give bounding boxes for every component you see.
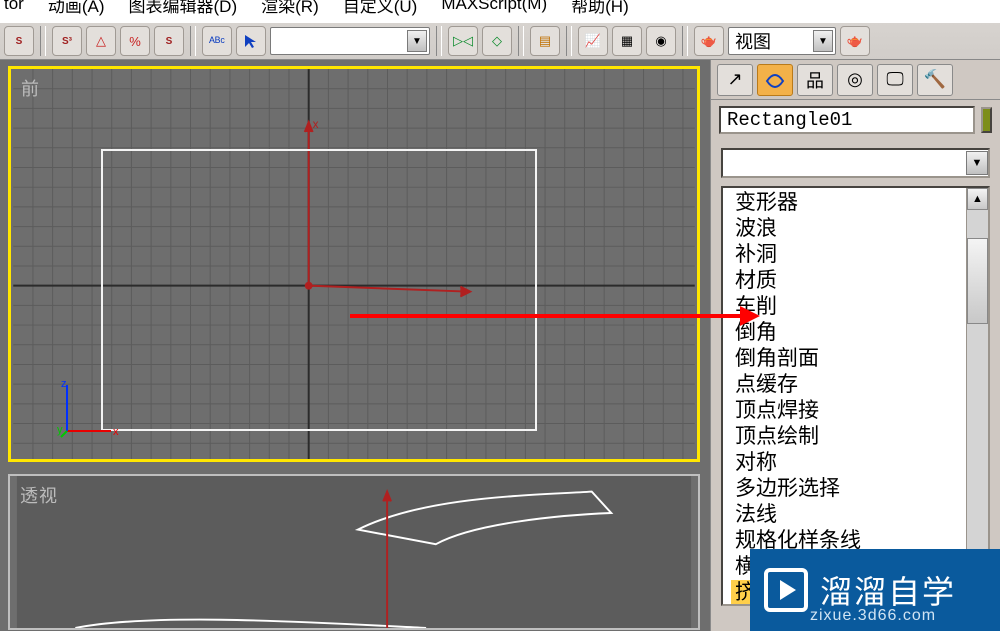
snap-toggle-icon[interactable]: S [4, 26, 34, 56]
quick-render-icon[interactable]: 🫖 [840, 26, 870, 56]
render-view-combo[interactable]: 视图 ▼ [728, 27, 836, 55]
modifier-item[interactable]: 多边形选择 [731, 476, 966, 502]
svg-text:z: z [61, 378, 67, 390]
modify-tab-icon[interactable] [757, 64, 793, 96]
utilities-tab-icon[interactable]: 🔨 [917, 64, 953, 96]
modifier-list-box: 变形器波浪补洞材质车削倒角倒角剖面点缓存顶点焊接顶点绘制对称多边形选择法线规格化… [721, 186, 990, 606]
object-color-swatch[interactable] [981, 107, 992, 133]
chevron-down-icon[interactable]: ▼ [407, 30, 427, 52]
object-name-row [711, 100, 1000, 140]
modifier-item[interactable]: 波浪 [731, 216, 966, 242]
modifier-item[interactable]: 补洞 [731, 242, 966, 268]
angle-snap-icon[interactable]: △ [86, 26, 116, 56]
render-view-label: 视图 [729, 28, 813, 54]
modifier-item[interactable]: 变形器 [731, 190, 966, 216]
align-icon[interactable]: ◇ [482, 26, 512, 56]
mirror-icon[interactable]: ▷◁ [448, 26, 478, 56]
material-editor-icon[interactable]: ◉ [646, 26, 676, 56]
modifier-item[interactable]: 倒角剖面 [731, 346, 966, 372]
modifier-item[interactable]: 材质 [731, 268, 966, 294]
percent-snap-icon[interactable]: % [120, 26, 150, 56]
motion-tab-icon[interactable]: ◎ [837, 64, 873, 96]
layers-icon[interactable]: ▤ [530, 26, 560, 56]
toolbar-separator [40, 26, 46, 56]
create-tab-icon[interactable]: ↗ [717, 64, 753, 96]
toolbar-separator [566, 26, 572, 56]
chevron-down-icon[interactable]: ▼ [813, 30, 833, 52]
menu-item[interactable]: 动画(A) [48, 0, 105, 17]
main-toolbar: S S³ △ % S ᴬᴮᶜ ▼ ▷◁ ◇ ▤ 📈 ▦ ◉ 🫖 视图 ▼ 🫖 [0, 22, 1000, 60]
svg-text:x: x [313, 117, 319, 131]
modifier-item[interactable]: 顶点焊接 [731, 398, 966, 424]
menu-item[interactable]: 帮助(H) [571, 0, 629, 17]
svg-text:y: y [57, 424, 63, 436]
modifier-item[interactable]: 法线 [731, 502, 966, 528]
command-panel: ↗ 品 ◎ 🖵 🔨 ▼ 变形器波浪补洞材质车削倒角倒角剖面点缓存顶点焊接顶点绘制… [710, 60, 1000, 631]
watermark-badge: 溜溜自学 zixue.3d66.com [750, 549, 1000, 631]
menu-item[interactable]: 图表编辑器(D) [129, 0, 238, 17]
menu-item[interactable]: 渲染(R) [261, 0, 319, 17]
toolbar-separator [436, 26, 442, 56]
menu-item[interactable]: MAXScript(M) [441, 0, 547, 14]
toolbar-separator [682, 26, 688, 56]
display-tab-icon[interactable]: 🖵 [877, 64, 913, 96]
modifier-item[interactable]: 车削 [731, 294, 966, 320]
toolbar-separator [190, 26, 196, 56]
modifier-list[interactable]: 变形器波浪补洞材质车削倒角倒角剖面点缓存顶点焊接顶点绘制对称多边形选择法线规格化… [723, 188, 966, 604]
toolbar-separator [518, 26, 524, 56]
scrollbar[interactable]: ▲ ▼ [966, 188, 988, 604]
snap-3d-icon[interactable]: S³ [52, 26, 82, 56]
scroll-track[interactable] [967, 210, 988, 582]
watermark-url: zixue.3d66.com [810, 607, 936, 625]
viewport-area: x 前 x z y 透视 [0, 60, 710, 631]
spinner-snap-icon[interactable]: S [154, 26, 184, 56]
modifier-item[interactable]: 对称 [731, 450, 966, 476]
menu-item[interactable]: tor [4, 0, 24, 14]
viewport-label: 透视 [20, 482, 58, 508]
persp-svg [10, 476, 698, 628]
axis-gizmo-icon: x z y [57, 377, 121, 441]
menu-bar: tor 动画(A) 图表编辑器(D) 渲染(R) 自定义(U) MAXScrip… [0, 0, 1000, 16]
rectangle-shape[interactable] [101, 149, 537, 431]
schematic-view-icon[interactable]: ▦ [612, 26, 642, 56]
scroll-thumb[interactable] [967, 238, 988, 324]
viewport-perspective[interactable]: 透视 [8, 474, 700, 630]
modifier-item[interactable]: 顶点绘制 [731, 424, 966, 450]
svg-text:x: x [113, 426, 119, 438]
render-scene-icon[interactable]: 🫖 [694, 26, 724, 56]
viewport-label: 前 [21, 75, 40, 101]
chevron-down-icon[interactable]: ▼ [966, 151, 988, 175]
viewport-front[interactable]: x 前 x z y [8, 66, 700, 462]
scroll-up-icon[interactable]: ▲ [967, 188, 988, 210]
play-icon [764, 568, 808, 612]
modifier-item[interactable]: 点缓存 [731, 372, 966, 398]
hierarchy-tab-icon[interactable]: 品 [797, 64, 833, 96]
named-selection-combo[interactable]: ▼ [270, 27, 430, 55]
selection-arrow-icon[interactable] [236, 26, 266, 56]
modifier-list-dropdown[interactable]: ▼ [721, 148, 990, 178]
curve-editor-icon[interactable]: 📈 [578, 26, 608, 56]
object-name-input[interactable] [719, 106, 975, 134]
command-panel-tabs: ↗ 品 ◎ 🖵 🔨 [711, 60, 1000, 100]
menu-item[interactable]: 自定义(U) [343, 0, 418, 17]
modifier-item[interactable]: 倒角 [731, 320, 966, 346]
named-selection-icon[interactable]: ᴬᴮᶜ [202, 26, 232, 56]
